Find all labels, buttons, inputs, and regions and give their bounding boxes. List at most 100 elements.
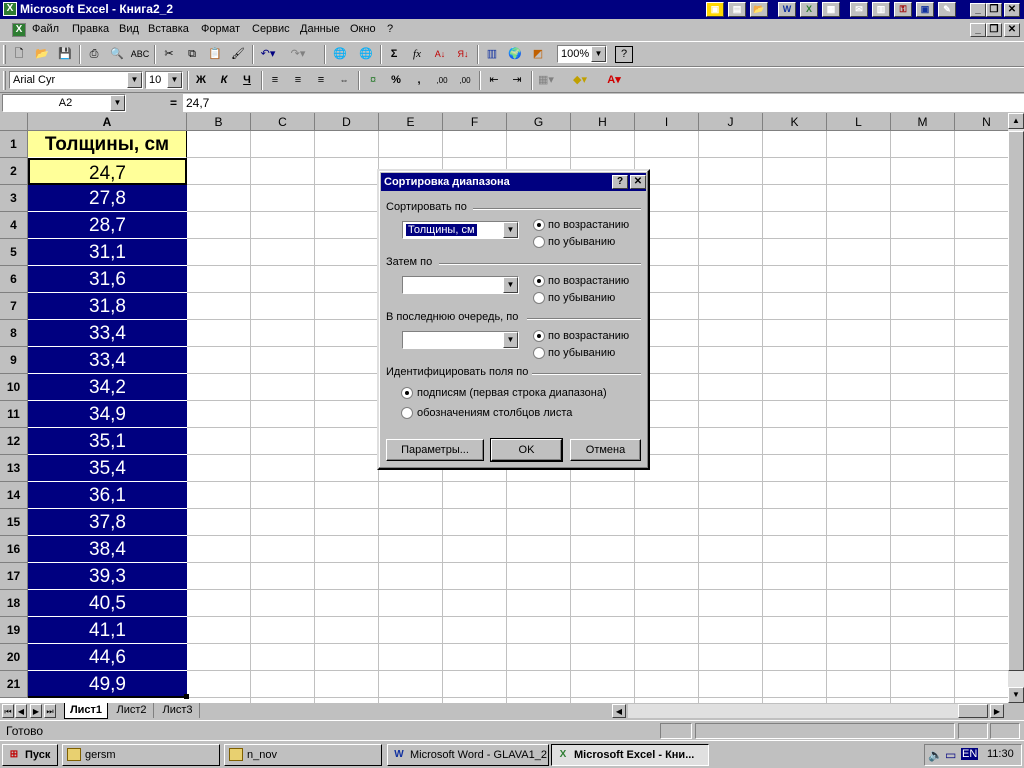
cell-a3[interactable]: 27,8 — [28, 185, 187, 212]
row-header[interactable]: 15 — [0, 509, 28, 536]
sort1-descending-radio[interactable] — [533, 236, 545, 248]
column-header-k[interactable]: K — [763, 113, 827, 131]
row-header[interactable]: 1 — [0, 131, 28, 158]
help-icon[interactable]: ? — [612, 175, 628, 189]
increase-indent-icon[interactable]: ⇥ — [507, 71, 527, 90]
column-header-a[interactable]: A — [28, 113, 187, 131]
task-n-nov[interactable]: n_nov — [224, 744, 382, 766]
row-header[interactable]: 21 — [0, 671, 28, 698]
next-sheet-icon[interactable]: ▶ — [30, 704, 42, 718]
column-letters-radio[interactable] — [401, 407, 413, 419]
italic-icon[interactable]: К — [214, 71, 234, 90]
column-header-m[interactable]: M — [891, 113, 955, 131]
function-icon[interactable]: fx — [407, 45, 427, 64]
font-color-icon[interactable]: A▾ — [604, 71, 624, 90]
font-size-select[interactable]: 10 ▼ — [145, 71, 183, 89]
column-header-b[interactable]: B — [187, 113, 251, 131]
workbook-icon[interactable]: X — [12, 23, 26, 37]
sort2-descending-radio[interactable] — [533, 292, 545, 304]
column-header-i[interactable]: I — [635, 113, 699, 131]
then-by-select[interactable]: ▼ — [402, 276, 519, 294]
sheet-tab-3[interactable]: Лист3 — [156, 703, 200, 718]
formula-input[interactable]: 24,7 — [183, 94, 1024, 112]
cell-a19[interactable]: 41,1 — [28, 617, 187, 644]
column-header-l[interactable]: L — [827, 113, 891, 131]
hyperlink-icon[interactable]: 🌐 — [330, 45, 350, 64]
borders-icon[interactable]: ▦▾ — [536, 71, 556, 90]
sort-by-select[interactable]: Толщины, см ▼ — [402, 221, 519, 239]
menu-tools[interactable]: Сервис — [252, 23, 290, 35]
binder-shortcut-icon[interactable]: ▣ — [916, 2, 934, 17]
cell-a8[interactable]: 33,4 — [28, 320, 187, 347]
decrease-decimal-icon[interactable]: ,00 — [455, 71, 475, 90]
web-toolbar-icon[interactable]: 🌐 — [356, 45, 376, 64]
menu-help[interactable]: ? — [387, 23, 393, 35]
column-header-h[interactable]: H — [571, 113, 635, 131]
sheet-tab-2[interactable]: Лист2 — [110, 703, 154, 718]
row-header[interactable]: 3 — [0, 185, 28, 212]
select-all-corner[interactable] — [0, 113, 28, 131]
vertical-scrollbar[interactable]: ▲ ▼ — [1008, 113, 1024, 703]
open-folder-icon[interactable]: 📂 — [750, 2, 768, 17]
column-header-f[interactable]: F — [443, 113, 507, 131]
fill-handle[interactable] — [184, 694, 189, 699]
chevron-down-icon[interactable]: ▼ — [503, 277, 518, 293]
redo-icon[interactable]: ↷▾ — [288, 45, 308, 64]
scroll-thumb[interactable] — [1008, 131, 1024, 671]
row-header[interactable]: 7 — [0, 293, 28, 320]
cut-icon[interactable]: ✂ — [159, 45, 179, 64]
powerpoint-shortcut-icon[interactable]: ▦ — [822, 2, 840, 17]
spelling-icon[interactable]: ABC — [130, 45, 150, 64]
cell-a2-active[interactable]: 24,7 — [28, 158, 187, 185]
last-sheet-icon[interactable]: ⏭ — [44, 704, 56, 718]
autosum-icon[interactable]: Σ — [384, 45, 404, 64]
row-header[interactable]: 16 — [0, 536, 28, 563]
print-icon[interactable]: ⎙ — [84, 45, 104, 64]
chevron-down-icon[interactable]: ▼ — [591, 46, 606, 62]
restore-workbook-button[interactable]: ❐ — [986, 23, 1002, 37]
new-icon[interactable]: 🗋 — [9, 45, 29, 64]
cell-a16[interactable]: 38,4 — [28, 536, 187, 563]
comma-style-icon[interactable]: , — [409, 71, 429, 90]
bold-icon[interactable]: Ж — [191, 71, 211, 90]
sort1-ascending-label[interactable]: по возрастанию — [548, 219, 629, 231]
row-header[interactable]: 13 — [0, 455, 28, 482]
font-select[interactable]: Arial Cyr ▼ — [9, 71, 143, 89]
task-gersm[interactable]: gersm — [62, 744, 220, 766]
sort3-ascending-radio[interactable] — [533, 330, 545, 342]
cancel-button[interactable]: Отмена — [570, 439, 641, 461]
chevron-down-icon[interactable]: ▼ — [127, 72, 142, 88]
paste-icon[interactable]: 📋 — [205, 45, 225, 64]
cell-a10[interactable]: 34,2 — [28, 374, 187, 401]
sort-ascending-icon[interactable]: A↓ — [430, 45, 450, 64]
sort2-descending-label[interactable]: по убыванию — [548, 292, 615, 304]
menu-view[interactable]: Вид — [119, 23, 139, 35]
cell-a4[interactable]: 28,7 — [28, 212, 187, 239]
language-indicator[interactable]: EN — [961, 748, 979, 760]
office-assistant-icon[interactable]: ? — [615, 46, 633, 63]
access-shortcut-icon[interactable]: ⚿ — [894, 2, 912, 17]
row-header[interactable]: 6 — [0, 266, 28, 293]
sort1-descending-label[interactable]: по убыванию — [548, 236, 615, 248]
cell-a9[interactable]: 33,4 — [28, 347, 187, 374]
merge-center-icon[interactable]: ⇔ — [334, 71, 354, 90]
header-row-label[interactable]: подписям (первая строка диапазона) — [417, 387, 607, 399]
prev-sheet-icon[interactable]: ◀ — [15, 704, 27, 718]
row-header[interactable]: 5 — [0, 239, 28, 266]
map-icon[interactable]: 🌍 — [505, 45, 525, 64]
open-icon[interactable]: 📂 — [32, 45, 52, 64]
menu-window[interactable]: Окно — [350, 23, 376, 35]
sort3-descending-label[interactable]: по убыванию — [548, 347, 615, 359]
cell-a5[interactable]: 31,1 — [28, 239, 187, 266]
chevron-down-icon[interactable]: ▼ — [503, 332, 518, 348]
align-left-icon[interactable]: ≡ — [265, 71, 285, 90]
last-by-select[interactable]: ▼ — [402, 331, 519, 349]
sort-descending-icon[interactable]: Я↓ — [453, 45, 473, 64]
scroll-up-icon[interactable]: ▲ — [1008, 113, 1024, 129]
ok-button[interactable]: OK — [490, 438, 563, 462]
start-button[interactable]: ⊞ Пуск — [2, 744, 58, 766]
row-header[interactable]: 8 — [0, 320, 28, 347]
drawing-icon[interactable]: ◩ — [528, 45, 548, 64]
scroll-right-icon[interactable]: ▶ — [990, 704, 1004, 718]
currency-icon[interactable]: ¤ — [363, 71, 383, 90]
